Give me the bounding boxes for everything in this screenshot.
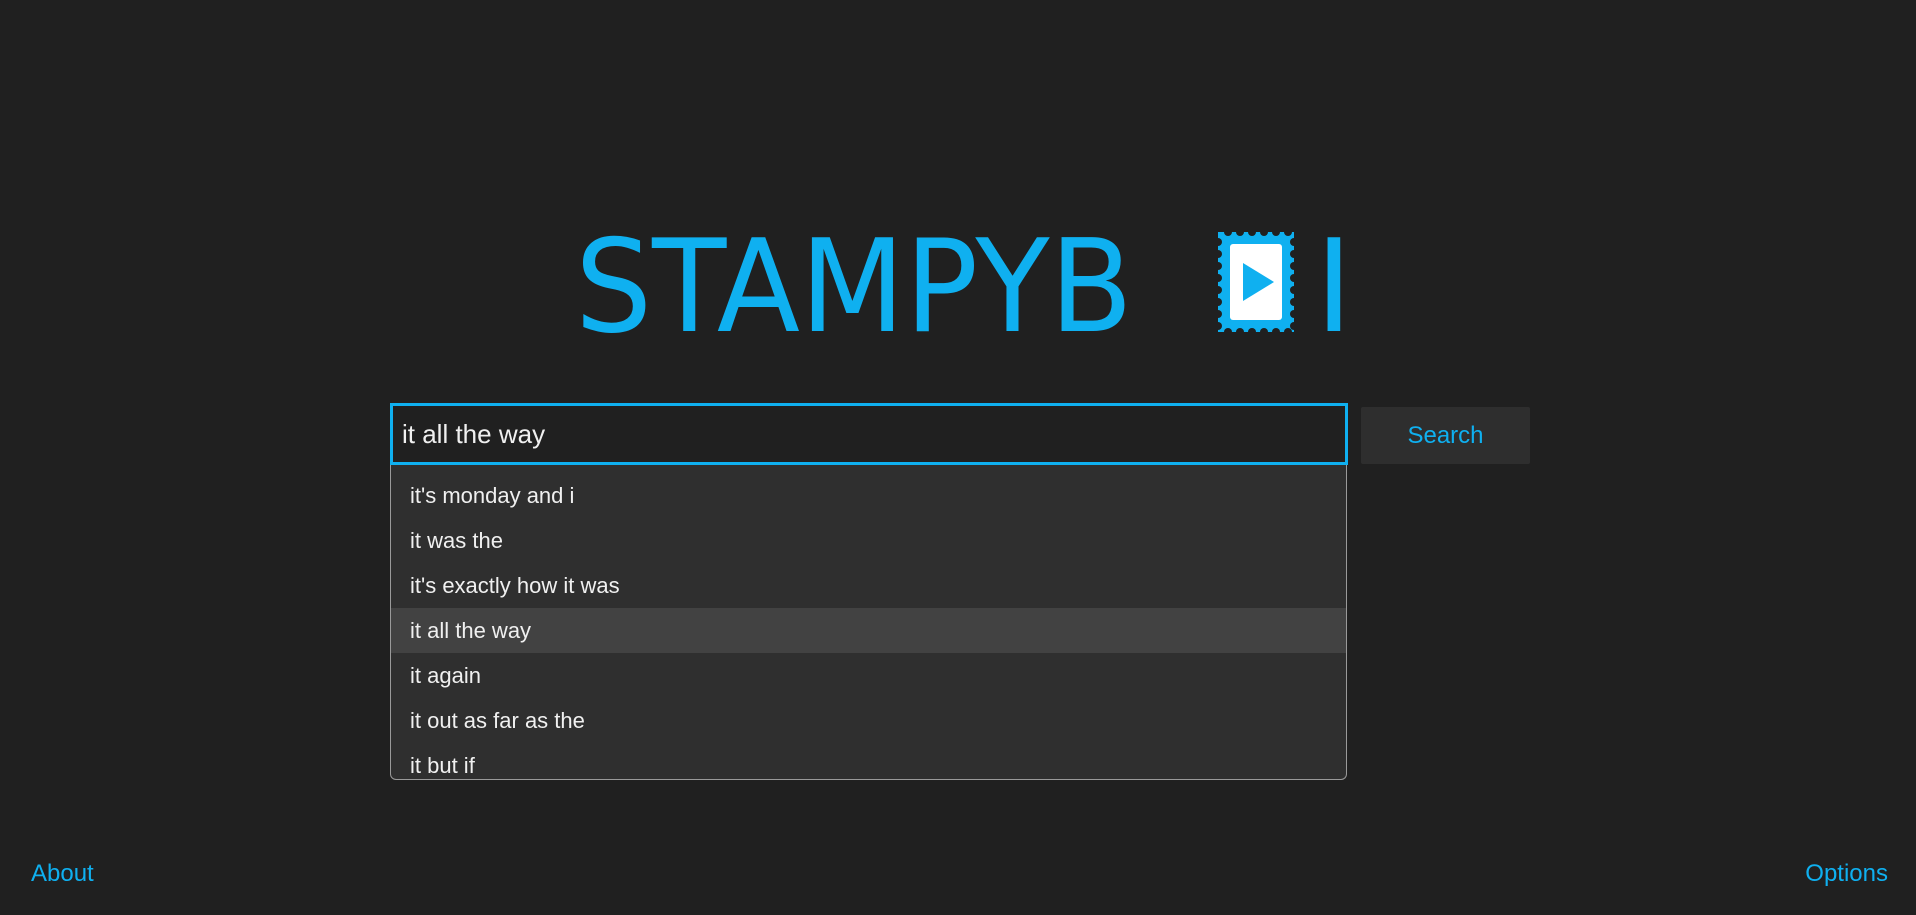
autocomplete-dropdown: it's monday and i it was the it's exactl…: [390, 465, 1347, 780]
about-link[interactable]: About: [31, 860, 94, 888]
stamp-play-icon: [1214, 228, 1298, 336]
search-input[interactable]: [390, 403, 1348, 465]
suggestion-item[interactable]: it but if: [391, 743, 1346, 779]
logo-end-text: I: [1315, 213, 1353, 362]
logo-text: STAMPYB: [575, 213, 1133, 362]
suggestion-item[interactable]: it was the: [391, 518, 1346, 563]
suggestion-item-highlighted[interactable]: it all the way: [391, 608, 1346, 653]
suggestion-item[interactable]: it's monday and i: [391, 473, 1346, 518]
options-link[interactable]: Options: [1805, 860, 1888, 888]
suggestion-item[interactable]: it's exactly how it was: [391, 563, 1346, 608]
site-logo: STAMPYB I: [575, 213, 1353, 362]
logo-graphic: STAMPYB I: [575, 213, 1353, 362]
suggestion-item[interactable]: it again: [391, 653, 1346, 698]
search-button[interactable]: Search: [1361, 407, 1530, 464]
suggestion-item[interactable]: it out as far as the: [391, 698, 1346, 743]
